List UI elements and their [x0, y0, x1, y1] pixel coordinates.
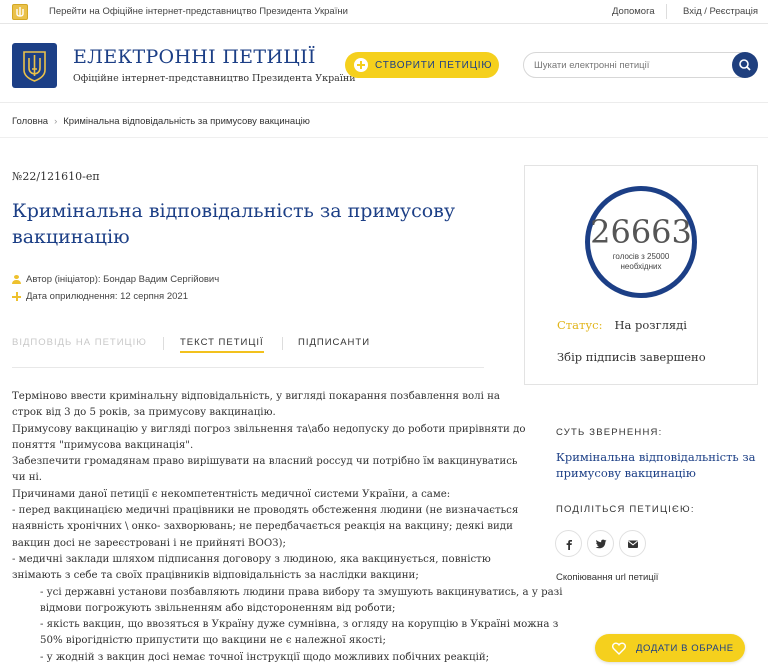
- text-line-indented: - усі державні установи позбавляють люди…: [40, 586, 563, 598]
- person-icon: [12, 275, 21, 284]
- collection-status: Збір підписів завершено: [557, 350, 706, 364]
- tab-answer[interactable]: ВІДПОВІДЬ НА ПЕТИЦІЮ: [12, 337, 147, 348]
- help-link[interactable]: Допомога: [612, 6, 655, 17]
- trident-icon: [12, 4, 28, 20]
- search-box: [523, 52, 758, 78]
- tab-divider: [163, 337, 164, 350]
- search-input[interactable]: [534, 58, 724, 73]
- votes-circle: 26663 голосів з 25000 необхідних: [585, 186, 697, 298]
- text-line: поняття "примусова вакцинація".: [12, 439, 194, 451]
- text-line: строк від 3 до 5 років, за примусову вак…: [12, 407, 276, 419]
- email-icon: [627, 540, 638, 548]
- breadcrumb-home[interactable]: Головна: [12, 116, 48, 127]
- text-line: Примусову вакцинацію у вигляді погроз зв…: [12, 423, 526, 435]
- essence-heading: СУТЬ ЗВЕРНЕННЯ:: [556, 427, 663, 438]
- share-email-button[interactable]: [619, 530, 646, 557]
- petition-number: №22/121610-еп: [12, 170, 100, 183]
- share-twitter-button[interactable]: [587, 530, 614, 557]
- twitter-icon: [594, 539, 606, 548]
- site-title[interactable]: ЕЛЕКТРОННІ ПЕТИЦІЇ: [73, 46, 316, 68]
- petition-author: Автор (ініціатор): Бондар Вадим Сергійов…: [12, 274, 219, 285]
- text-line-indented: - у жодній з вакцин досі немає точної ін…: [40, 651, 490, 663]
- add-to-favorites-label: ДОДАТИ В ОБРАНЕ: [636, 642, 734, 654]
- text-line-indented: - якість вакцин, що ввозяться в Україну …: [40, 619, 559, 631]
- add-to-favorites-button[interactable]: ДОДАТИ В ОБРАНЕ: [595, 634, 745, 662]
- status-row: Статус: На розгляді: [557, 318, 687, 332]
- text-line-indented: 50% вірогідністю припустити що вакцини н…: [40, 635, 386, 647]
- topbar-divider: [666, 4, 667, 19]
- text-line: вакцин досі не зареєстровані і не прийня…: [12, 537, 286, 549]
- tab-divider: [282, 337, 283, 350]
- heart-icon: [612, 641, 626, 655]
- author-text: Автор (ініціатор): Бондар Вадим Сергійов…: [26, 274, 220, 285]
- text-line: Забезпечити громадянам право вирішувати …: [12, 456, 518, 468]
- votes-count: 26663: [590, 213, 692, 251]
- date-text: Дата оприлюднення: 12 серпня 2021: [26, 291, 188, 302]
- chevron-right-icon: ›: [54, 116, 58, 127]
- text-line: Причинами даної петиції є некомпетентніс…: [12, 488, 451, 500]
- text-line: - медичні заклади шляхом підписання дого…: [12, 553, 491, 565]
- votes-of: голосів з 25000: [612, 252, 670, 261]
- plus-icon: [354, 58, 368, 72]
- top-bar: Перейти на Офіційне інтернет-представниц…: [0, 0, 768, 24]
- petition-text: Терміново ввести кримінальну відповідаль…: [12, 389, 563, 666]
- text-line: знімають з себе та своїх працівників від…: [12, 570, 419, 582]
- site-header: ЕЛЕКТРОННІ ПЕТИЦІЇ Офіційне інтернет-пре…: [0, 25, 768, 103]
- text-line: Терміново ввести кримінальну відповідаль…: [12, 391, 500, 402]
- votes-caption: голосів з 25000 необхідних: [590, 252, 692, 272]
- text-line-indented: відмови погрожують звільненням або відст…: [40, 602, 396, 614]
- status-label: Статус:: [557, 318, 603, 332]
- login-register-link[interactable]: Вхід / Реєстрація: [683, 6, 758, 17]
- votes-needed: необхідних: [620, 262, 662, 271]
- coat-of-arms-logo[interactable]: [12, 43, 57, 88]
- tabs-divider: [12, 367, 484, 368]
- share-heading: ПОДІЛІТЬСЯ ПЕТИЦІЄЮ:: [556, 504, 695, 515]
- search-button[interactable]: [732, 52, 758, 78]
- share-facebook-button[interactable]: [555, 530, 582, 557]
- tab-petition-text[interactable]: ТЕКСТ ПЕТИЦІЇ: [180, 337, 264, 353]
- breadcrumb-current: Кримінальна відповідальність за примусов…: [63, 116, 310, 127]
- divider: [0, 137, 768, 138]
- facebook-icon: [566, 539, 572, 550]
- tab-signers[interactable]: ПІДПИСАНТИ: [298, 337, 370, 348]
- petition-title: Кримінальна відповідальність за примусов…: [12, 200, 456, 248]
- text-line: наявність хронічних \ онко- захворювань;…: [12, 521, 513, 533]
- site-subtitle: Офіційне інтернет-представництво Президе…: [73, 73, 356, 84]
- breadcrumb: Головна › Кримінальна відповідальність за …: [12, 116, 310, 127]
- search-icon: [739, 59, 751, 71]
- text-line: чи ні.: [12, 472, 43, 484]
- president-site-link[interactable]: Перейти на Офіційне інтернет-представниц…: [49, 6, 348, 17]
- petition-date: Дата оприлюднення: 12 серпня 2021: [12, 291, 188, 302]
- copy-url-link[interactable]: Скопіювання url петиції: [556, 572, 658, 583]
- text-line: - перед вакцинацією медичні працівники н…: [12, 505, 519, 517]
- essence-text: Кримінальна відповідальність за примусов…: [556, 450, 756, 480]
- create-petition-label: СТВОРИТИ ПЕТИЦІЮ: [375, 59, 493, 71]
- votes-card: 26663 голосів з 25000 необхідних Статус:…: [524, 165, 758, 385]
- status-value: На розгляді: [614, 318, 687, 332]
- create-petition-button[interactable]: СТВОРИТИ ПЕТИЦІЮ: [345, 52, 499, 78]
- plus-icon: [12, 292, 21, 301]
